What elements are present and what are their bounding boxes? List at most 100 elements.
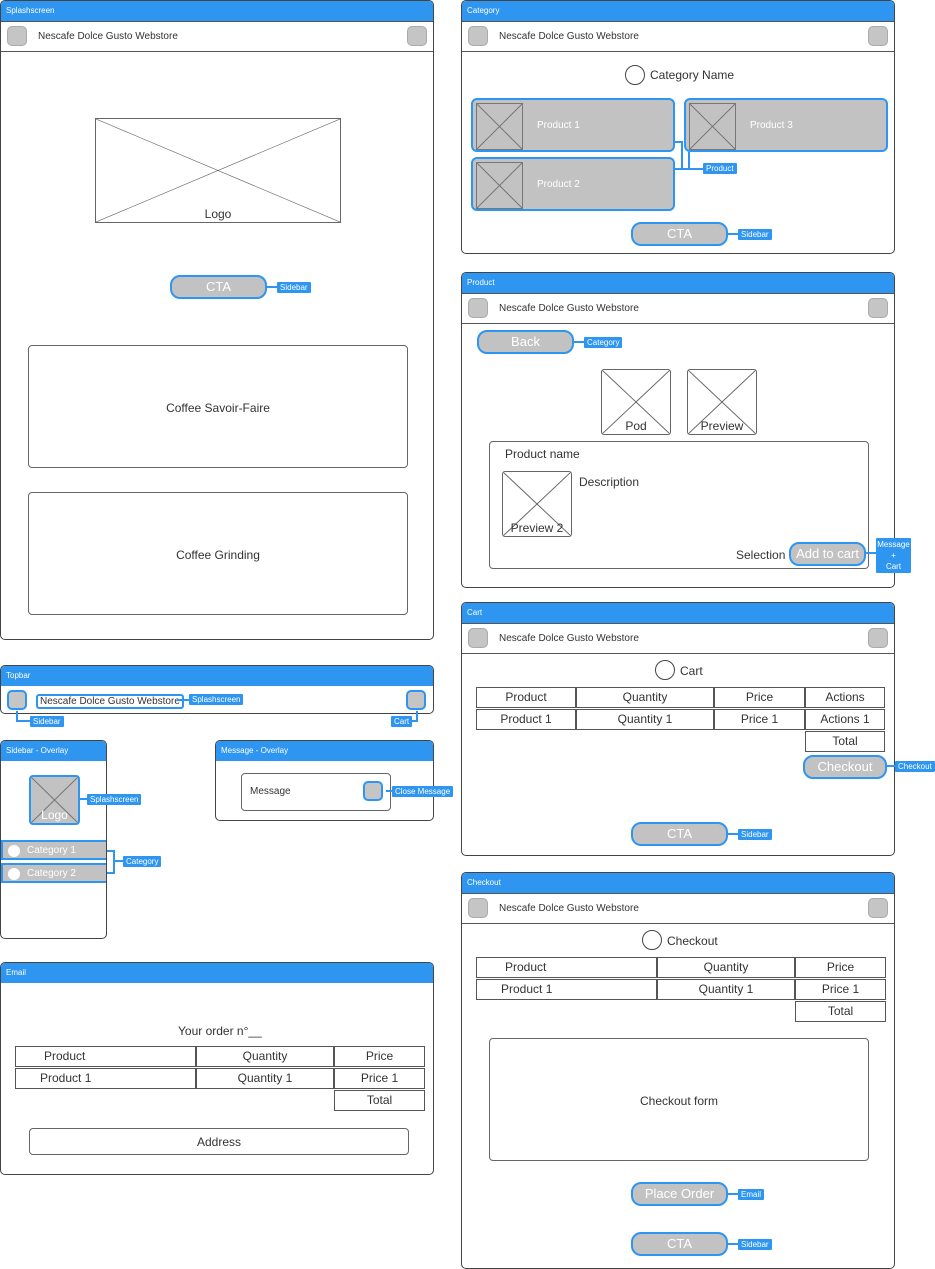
table-cell: Quantity 1 xyxy=(657,979,795,1000)
frame-title: Email xyxy=(1,963,433,983)
menu-icon[interactable] xyxy=(7,690,27,710)
link-tag-splashscreen: Splashscreen xyxy=(87,794,142,805)
section-label: Coffee Savoir-Faire xyxy=(166,401,270,415)
topbar: Nescafe Dolce Gusto Webstore xyxy=(462,293,894,324)
store-title[interactable]: Nescafe Dolce Gusto Webstore xyxy=(499,633,639,644)
table-cell: Product 1 xyxy=(15,1068,196,1089)
total-cell: Total xyxy=(334,1090,425,1111)
link-tag-splashscreen: Splashscreen xyxy=(189,694,244,705)
category-label: Category 1 xyxy=(27,845,76,856)
product-image-icon xyxy=(476,103,523,150)
topbar: Nescafe Dolce Gusto Webstore xyxy=(462,893,894,924)
product-name: Product 3 xyxy=(750,120,793,131)
table-cell: Product 1 xyxy=(476,979,657,1000)
close-icon[interactable] xyxy=(363,781,383,801)
pod-image: Pod xyxy=(601,369,671,435)
store-title[interactable]: Nescafe Dolce Gusto Webstore xyxy=(36,694,184,709)
add-to-cart-button[interactable]: Add to cart xyxy=(789,542,866,566)
cart-icon[interactable] xyxy=(868,628,888,648)
link-tag-sidebar: Sidebar xyxy=(738,1239,772,1250)
store-title[interactable]: Nescafe Dolce Gusto Webstore xyxy=(499,903,639,914)
back-button[interactable]: Back xyxy=(477,330,574,354)
image-caption: Preview xyxy=(700,419,744,433)
connector xyxy=(79,798,87,800)
product-name: Product name xyxy=(505,447,580,461)
radio-icon xyxy=(8,845,20,857)
store-title[interactable]: Nescafe Dolce Gusto Webstore xyxy=(499,303,639,314)
tag-line: Message xyxy=(877,540,910,549)
store-title[interactable]: Nescafe Dolce Gusto Webstore xyxy=(38,31,178,42)
product-details: Product name Preview 2 Description Selec… xyxy=(489,441,869,569)
table-cell: Price 1 xyxy=(334,1068,425,1089)
cart-icon[interactable] xyxy=(868,298,888,318)
frame-title: Sidebar - Overlay xyxy=(1,741,106,761)
connector xyxy=(681,141,683,169)
topbar-frame: Topbar Nescafe Dolce Gusto Webstore xyxy=(0,665,434,714)
menu-icon[interactable] xyxy=(468,26,488,46)
product-image-icon xyxy=(689,103,736,150)
radio-icon xyxy=(8,868,20,880)
table-cell[interactable]: Actions 1 xyxy=(805,709,885,730)
topbar: Nescafe Dolce Gusto Webstore xyxy=(462,623,894,654)
link-tag-sidebar: Sidebar xyxy=(277,282,311,293)
frame-title: Product xyxy=(462,273,894,293)
link-tag-message-cart: Message + Cart xyxy=(876,538,911,573)
section-coffee-savoir-faire[interactable]: Coffee Savoir-Faire xyxy=(28,345,408,468)
form-label: Checkout form xyxy=(639,1094,719,1108)
link-tag-cart: Cart xyxy=(391,716,413,727)
sidebar-item-category-1[interactable]: Category 1 xyxy=(1,840,106,860)
cart-icon[interactable] xyxy=(868,26,888,46)
logo-placeholder: Logo xyxy=(95,118,341,223)
cta-button[interactable]: CTA xyxy=(631,1232,728,1256)
connector xyxy=(728,1193,738,1195)
preview-image: Preview xyxy=(687,369,757,435)
logo-caption: Logo xyxy=(41,808,68,822)
product-card[interactable]: Product 2 xyxy=(471,157,675,211)
product-description: Description xyxy=(579,475,640,489)
menu-icon[interactable] xyxy=(7,26,27,46)
section-coffee-grinding[interactable]: Coffee Grinding xyxy=(28,492,408,615)
table-header: Quantity xyxy=(576,687,714,708)
product-name: Product 2 xyxy=(537,179,580,190)
product-card[interactable]: Product 3 xyxy=(684,98,888,152)
checkout-button[interactable]: Checkout xyxy=(803,755,887,779)
sidebar-item-category-2[interactable]: Category 2 xyxy=(1,863,106,883)
checkout-heading-icon xyxy=(642,930,662,950)
table-cell: Price 1 xyxy=(795,979,886,1000)
product-name: Product 1 xyxy=(537,120,580,131)
message-box: Message xyxy=(241,773,391,811)
cart-icon[interactable] xyxy=(868,898,888,918)
checkout-form[interactable]: Checkout form xyxy=(489,1038,869,1161)
logo-placeholder[interactable]: Logo xyxy=(29,775,80,825)
frame-title: Splashscreen xyxy=(1,1,433,21)
checkout-frame: Checkout Nescafe Dolce Gusto Webstore Ch… xyxy=(461,872,895,1269)
menu-icon[interactable] xyxy=(468,628,488,648)
cart-icon[interactable] xyxy=(406,690,426,710)
connector xyxy=(267,286,277,288)
product-frame: Product Nescafe Dolce Gusto Webstore Bac… xyxy=(461,272,895,588)
cta-button[interactable]: CTA xyxy=(631,822,728,846)
cart-heading: Cart xyxy=(680,664,703,678)
address-box: Address xyxy=(29,1128,409,1155)
selection-label: Selection xyxy=(736,548,786,562)
cta-button[interactable]: CTA xyxy=(631,222,728,246)
cta-button[interactable]: CTA xyxy=(170,275,267,299)
order-heading: Your order n°__ xyxy=(178,1024,262,1038)
product-card[interactable]: Product 1 xyxy=(471,98,675,152)
checkout-heading: Checkout xyxy=(667,934,718,948)
store-title[interactable]: Nescafe Dolce Gusto Webstore xyxy=(499,31,639,42)
table-header: Quantity xyxy=(196,1046,334,1067)
cart-icon[interactable] xyxy=(407,26,427,46)
link-tag-email: Email xyxy=(738,1189,765,1200)
preview-2-image: Preview 2 xyxy=(502,471,572,537)
link-tag-sidebar: Sidebar xyxy=(738,229,772,240)
menu-icon[interactable] xyxy=(468,298,488,318)
topbar: Nescafe Dolce Gusto Webstore xyxy=(462,21,894,52)
table-header: Quantity xyxy=(657,957,795,978)
tag-line: Cart xyxy=(885,562,902,571)
place-order-button[interactable]: Place Order xyxy=(631,1182,728,1206)
section-label: Coffee Grinding xyxy=(176,548,260,562)
cart-frame: Cart Nescafe Dolce Gusto Webstore Cart P… xyxy=(461,602,895,856)
product-image-icon xyxy=(476,162,523,209)
menu-icon[interactable] xyxy=(468,898,488,918)
